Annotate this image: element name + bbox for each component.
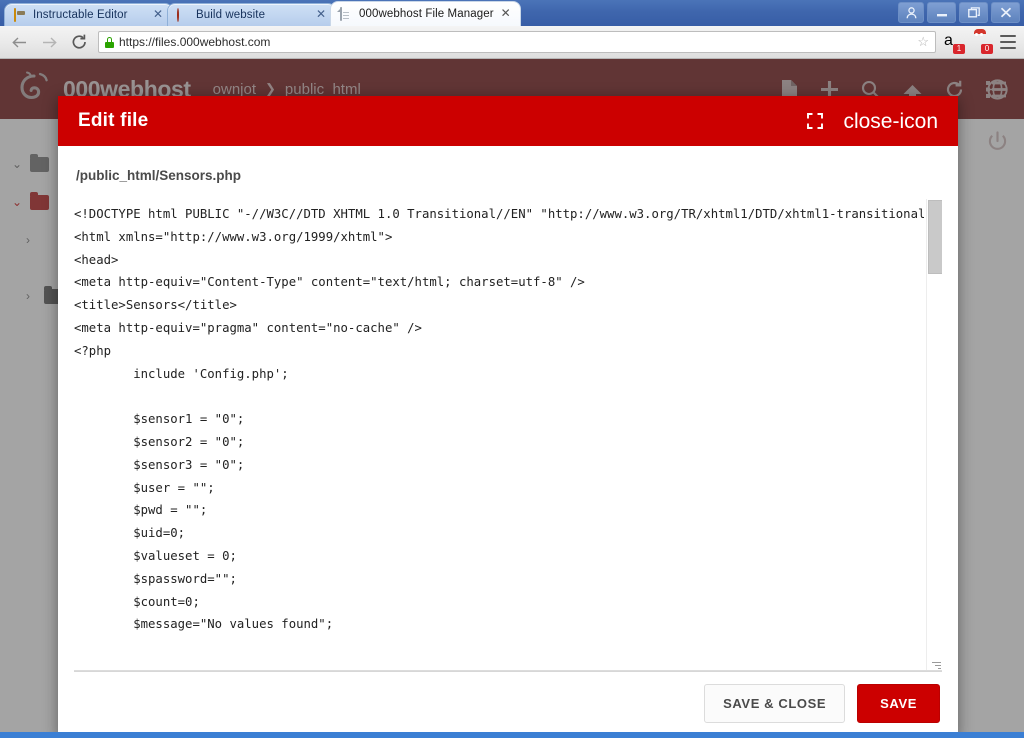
edit-file-modal: Edit file close-icon /public_html/Sensor… <box>58 96 958 738</box>
tab-close-icon[interactable]: ✕ <box>152 8 164 21</box>
scrollbar-thumb[interactable] <box>928 200 942 274</box>
restore-button[interactable] <box>959 2 988 23</box>
address-bar[interactable]: https://files.000webhost.com ☆ <box>98 31 936 53</box>
window-controls <box>898 2 1020 23</box>
editor-bottom-rule <box>74 670 942 671</box>
tab-close-icon[interactable]: ✕ <box>500 7 512 20</box>
reload-button[interactable] <box>68 31 90 53</box>
tab-label: 000webhost File Manager <box>359 8 494 20</box>
document-favicon <box>340 6 353 21</box>
save-button[interactable]: SAVE <box>857 683 940 723</box>
file-path-label: /public_html/Sensors.php <box>76 168 242 183</box>
modal-header-actions: close-icon <box>807 111 938 132</box>
tab-close-icon[interactable]: ✕ <box>315 8 327 21</box>
modal-footer: SAVE & CLOSE SAVE <box>58 672 958 738</box>
tab-label: Build website <box>196 9 266 21</box>
code-editor-content[interactable]: <!DOCTYPE html PUBLIC "-//W3C//DTD XHTML… <box>74 203 924 636</box>
ghostery-extension-icon[interactable]: 0 <box>972 32 993 54</box>
tab-strip: Instructable Editor ✕ Build website ✕ 00… <box>0 0 521 26</box>
minimize-button[interactable] <box>927 2 956 23</box>
user-account-button[interactable] <box>898 2 924 23</box>
editor-resize-handle[interactable] <box>931 660 941 670</box>
extension-badge: 0 <box>981 44 993 54</box>
code-editor-viewport[interactable]: <!DOCTYPE html PUBLIC "-//W3C//DTD XHTML… <box>74 199 924 671</box>
extension-letter: a <box>944 32 953 49</box>
modal-header: Edit file close-icon <box>58 96 958 146</box>
modal-body: /public_html/Sensors.php <!DOCTYPE html … <box>58 146 958 672</box>
taskbar-strip <box>0 732 1024 738</box>
forward-button[interactable] <box>38 31 60 53</box>
lock-icon <box>105 36 114 48</box>
address-bar-url: https://files.000webhost.com <box>119 35 271 49</box>
save-and-close-button[interactable]: SAVE & CLOSE <box>704 683 846 723</box>
window-titlebar: Instructable Editor ✕ Build website ✕ 00… <box>0 0 1024 27</box>
code-editor[interactable]: <!DOCTYPE html PUBLIC "-//W3C//DTD XHTML… <box>74 199 942 672</box>
browser-toolbar: https://files.000webhost.com ☆ a 1 0 <box>0 26 1024 59</box>
close-icon[interactable]: close-icon <box>843 111 938 132</box>
instructable-favicon <box>14 7 27 22</box>
browser-tab-build-website[interactable]: Build website ✕ <box>167 3 336 26</box>
build-website-favicon <box>177 7 190 22</box>
browser-window: Instructable Editor ✕ Build website ✕ 00… <box>0 0 1024 738</box>
expand-icon[interactable] <box>807 113 824 129</box>
browser-tab-instructable-editor[interactable]: Instructable Editor ✕ <box>4 3 173 26</box>
tab-label: Instructable Editor <box>33 9 128 21</box>
browser-tab-000webhost-file-manager[interactable]: 000webhost File Manager ✕ <box>330 1 521 26</box>
editor-vertical-scrollbar[interactable] <box>926 199 942 671</box>
modal-title: Edit file <box>78 110 149 131</box>
close-window-button[interactable] <box>991 2 1020 23</box>
extension-badge: 1 <box>953 44 965 54</box>
hamburger-menu-icon[interactable] <box>1000 35 1016 49</box>
bookmark-star-icon[interactable]: ☆ <box>917 34 929 50</box>
adblock-extension-icon[interactable]: a 1 <box>944 32 965 54</box>
back-button[interactable] <box>8 31 30 53</box>
